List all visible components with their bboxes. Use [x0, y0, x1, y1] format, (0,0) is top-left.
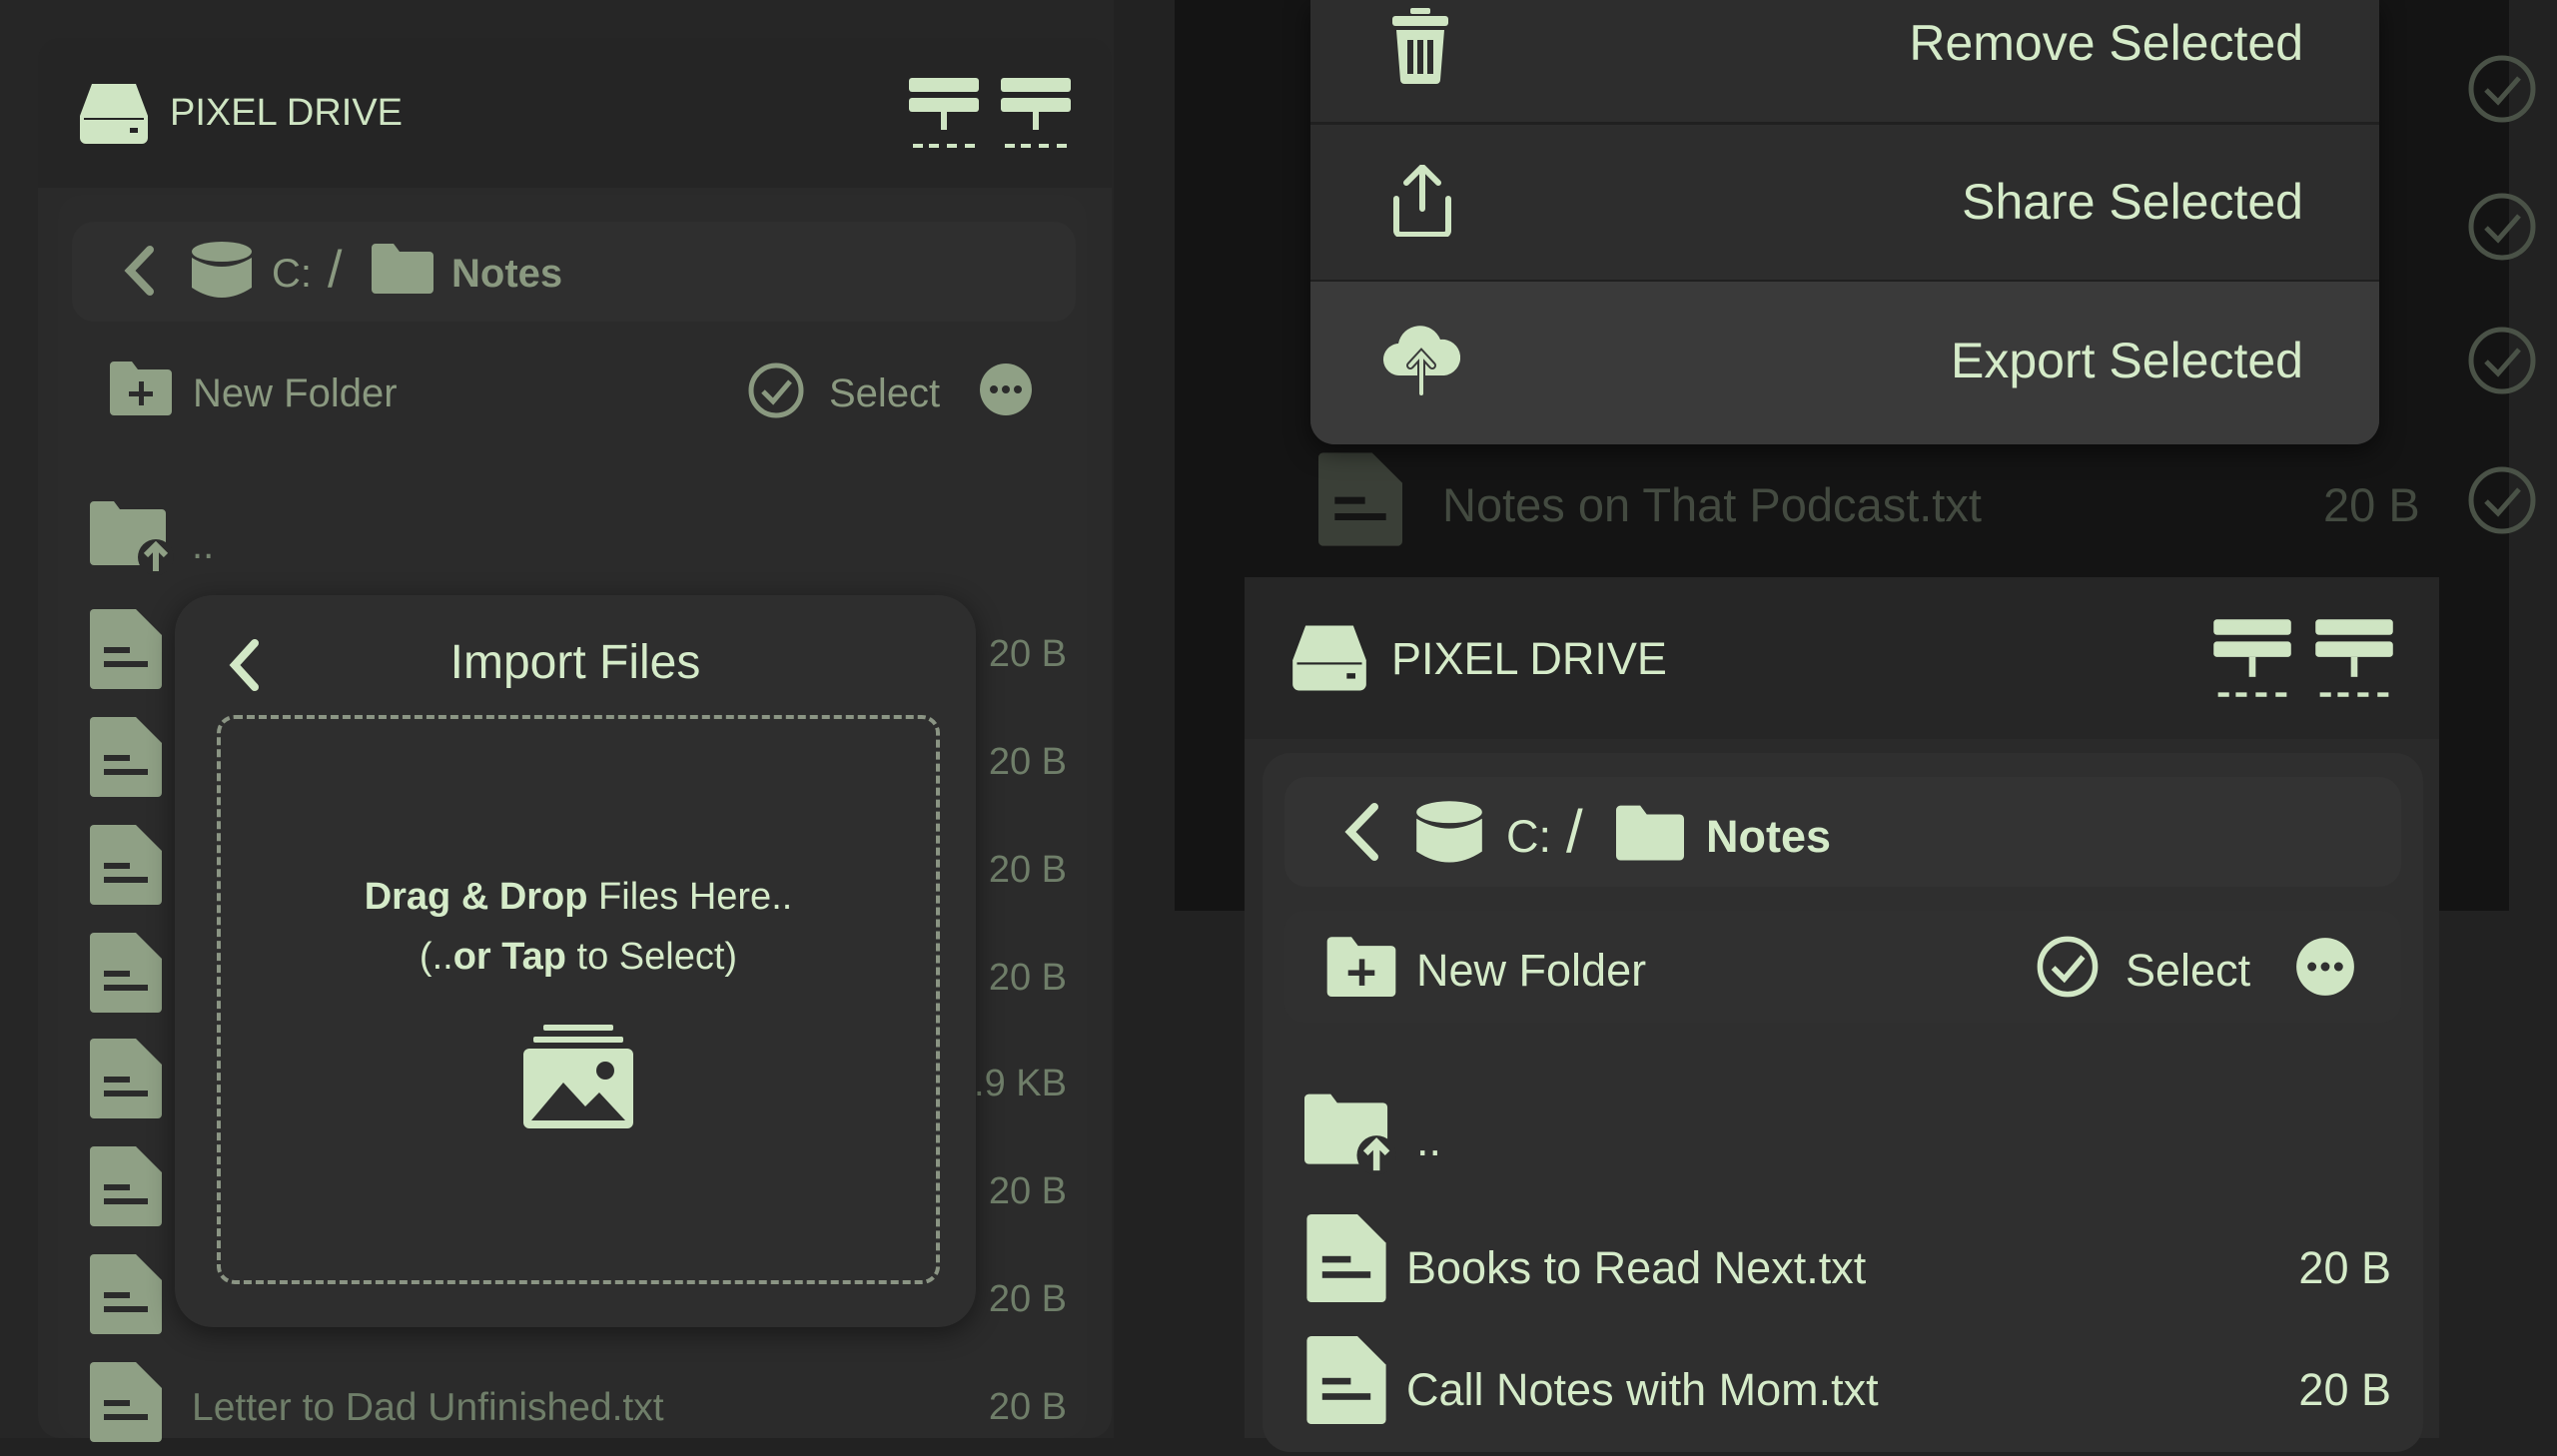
- app-title: PIXEL DRIVE: [170, 92, 404, 134]
- database-icon: [190, 240, 254, 302]
- file-icon: [1318, 452, 1402, 546]
- left-app-window: PIXEL DRIVE C: / Notes New Folder Select…: [0, 0, 1114, 1442]
- import-files-dialog: Import Files Drag & Drop Files Here.. (.…: [175, 595, 976, 1327]
- file-size: 20 B: [988, 741, 1067, 783]
- cloud-upload-icon: [1383, 326, 1460, 395]
- tap-text: to Select): [566, 936, 738, 978]
- drop-bold-text: Drag & Drop: [364, 876, 588, 918]
- breadcrumb-folder[interactable]: Notes: [1706, 811, 1831, 863]
- file-icon: [90, 609, 162, 689]
- new-folder-icon[interactable]: [1326, 935, 1396, 997]
- list-item[interactable]: Notes on That Podcast.txt 20 B: [1247, 443, 2536, 563]
- file-icon: [1306, 1214, 1386, 1302]
- menu-item-label: Remove Selected: [1909, 15, 2303, 71]
- folder-icon: [372, 242, 433, 294]
- more-options-icon[interactable]: [979, 363, 1033, 416]
- parent-folder-label[interactable]: ..: [1416, 1114, 1441, 1166]
- menu-item-label: Share Selected: [1962, 174, 2303, 230]
- breadcrumb-drive[interactable]: C:: [272, 252, 312, 297]
- file-icon: [90, 1039, 162, 1118]
- image-gallery-icon: [523, 1025, 633, 1128]
- file-size: 20 B: [988, 1278, 1067, 1320]
- new-folder-button[interactable]: New Folder: [1416, 945, 1646, 997]
- drop-zone[interactable]: Drag & Drop Files Here.. (..or Tap to Se…: [217, 715, 940, 1284]
- file-name: Books to Read Next.txt: [1406, 1242, 1867, 1293]
- server-icon[interactable]: [2211, 617, 2293, 699]
- file-name: Call Notes with Mom.txt: [1406, 1364, 1879, 1415]
- new-folder-button[interactable]: New Folder: [193, 371, 398, 416]
- folder-icon: [1616, 803, 1684, 861]
- tap-bold-text: or Tap: [452, 936, 566, 978]
- breadcrumb-folder[interactable]: Notes: [451, 252, 562, 297]
- menu-item-remove-selected[interactable]: Remove Selected: [1310, 0, 2379, 125]
- check-circle-icon[interactable]: [2467, 192, 2537, 262]
- file-icon: [1306, 1336, 1386, 1424]
- drop-text: Files Here..: [587, 876, 793, 918]
- right-app-window: PIXEL DRIVE C: / Notes New Folder Select…: [1245, 577, 2439, 1452]
- drop-instructions: Drag & Drop Files Here.. (..or Tap to Se…: [221, 867, 936, 987]
- file-icon: [90, 717, 162, 797]
- menu-item-share-selected[interactable]: Share Selected: [1310, 125, 2379, 283]
- menu-item-export-selected[interactable]: Export Selected: [1310, 282, 2379, 444]
- database-icon: [1414, 799, 1484, 867]
- drive-logo-icon: [1290, 623, 1368, 693]
- more-options-icon[interactable]: [2295, 937, 2355, 997]
- file-name: Letter to Dad Unfinished.txt: [192, 1386, 664, 1429]
- check-circle-icon[interactable]: [2467, 54, 2537, 124]
- file-size: 20 B: [2298, 1364, 2391, 1415]
- list-item[interactable]: Call Notes with Mom.txt 20 B: [1304, 1326, 2413, 1436]
- parent-folder-icon[interactable]: [1304, 1092, 1398, 1175]
- select-button[interactable]: Select: [829, 371, 940, 416]
- breadcrumb-separator: /: [1566, 798, 1583, 865]
- share-icon: [1393, 165, 1451, 237]
- parent-folder-icon[interactable]: [90, 499, 176, 575]
- check-circle-icon[interactable]: [2036, 935, 2100, 999]
- breadcrumb-separator: /: [328, 241, 343, 299]
- server-icon[interactable]: [2313, 617, 2395, 699]
- check-circle-icon[interactable]: [2467, 326, 2537, 395]
- file-size: 20 B: [988, 957, 1067, 999]
- back-chevron-icon[interactable]: [1342, 803, 1380, 861]
- back-chevron-icon[interactable]: [122, 246, 156, 296]
- file-size: .9 KB: [974, 1063, 1067, 1104]
- menu-item-label: Export Selected: [1951, 333, 2303, 388]
- file-name: Notes on That Podcast.txt: [1442, 478, 1982, 531]
- check-circle-icon[interactable]: [747, 362, 805, 419]
- app-title: PIXEL DRIVE: [1391, 633, 1667, 684]
- context-menu: Remove Selected Share Selected Export Se…: [1310, 0, 2379, 444]
- file-icon: [90, 1146, 162, 1226]
- dialog-title: Import Files: [449, 636, 701, 689]
- file-size: 20 B: [2298, 1242, 2391, 1293]
- list-item[interactable]: Letter to Dad Unfinished.txt 20 B: [90, 1348, 1079, 1456]
- parent-folder-label[interactable]: ..: [192, 523, 214, 568]
- tap-prefix-text: (..: [419, 936, 453, 978]
- file-icon: [90, 1362, 162, 1442]
- server-icon[interactable]: [907, 76, 981, 150]
- file-size: 20 B: [2323, 478, 2420, 531]
- check-circle-icon[interactable]: [2467, 465, 2537, 535]
- trash-icon: [1392, 8, 1448, 84]
- select-button[interactable]: Select: [2126, 945, 2250, 997]
- file-size: 20 B: [988, 633, 1067, 675]
- file-size: 20 B: [988, 849, 1067, 891]
- server-icon[interactable]: [999, 76, 1073, 150]
- breadcrumb-drive[interactable]: C:: [1506, 811, 1551, 863]
- drive-logo-icon: [78, 82, 150, 146]
- file-size: 20 B: [988, 1386, 1067, 1428]
- file-icon: [90, 825, 162, 905]
- file-icon: [90, 933, 162, 1013]
- list-item[interactable]: Books to Read Next.txt 20 B: [1304, 1204, 2413, 1314]
- file-size: 20 B: [988, 1170, 1067, 1212]
- file-icon: [90, 1254, 162, 1334]
- new-folder-icon[interactable]: [110, 360, 172, 415]
